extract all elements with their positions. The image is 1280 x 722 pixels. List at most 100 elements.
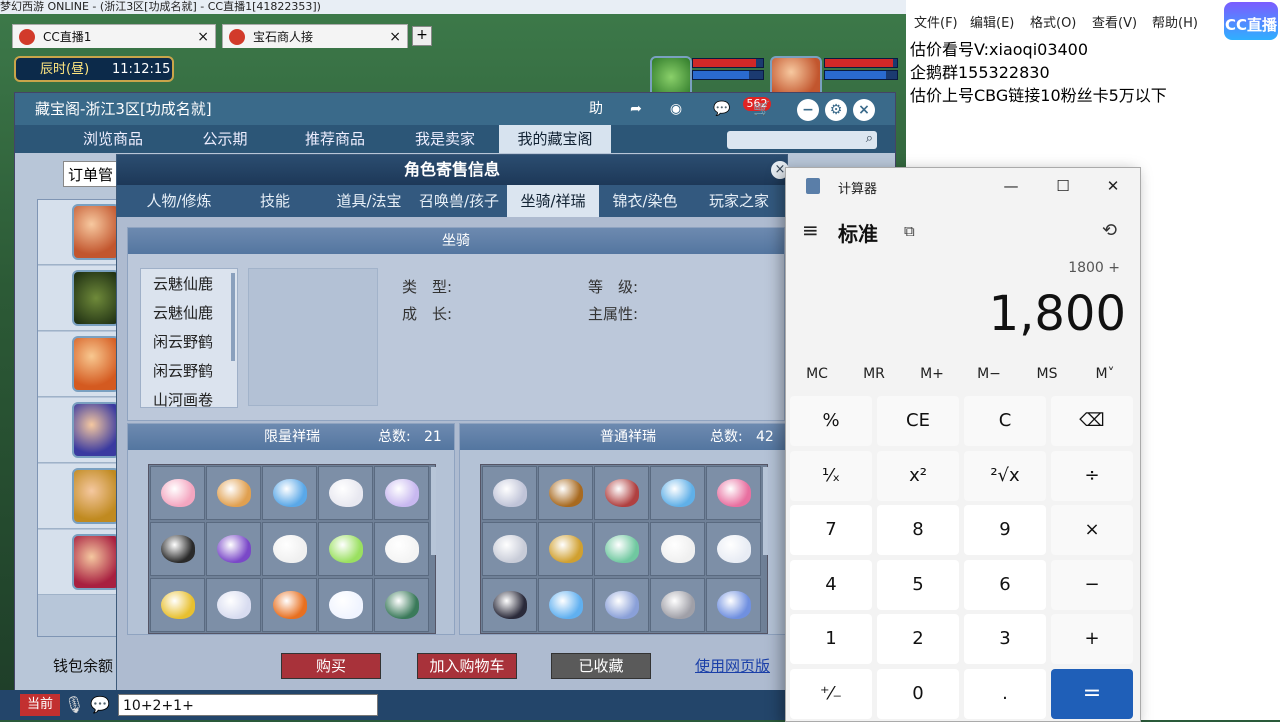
share-icon[interactable]: ➦ (625, 99, 647, 119)
clear-button[interactable]: C (964, 396, 1046, 446)
list-item[interactable] (38, 200, 128, 265)
clear-entry-button[interactable]: CE (877, 396, 959, 446)
favorited-button[interactable]: 已收藏 (551, 653, 651, 679)
auspicious-item-slot[interactable] (318, 466, 373, 520)
menu-format[interactable]: 格式(O) (1030, 12, 1076, 31)
memory-clear-button[interactable]: MC (788, 366, 846, 382)
reciprocal-button[interactable]: ¹⁄ₓ (790, 450, 872, 501)
square-root-button[interactable]: ²√x (964, 450, 1046, 501)
list-item[interactable]: 闲云野鹤 (153, 360, 213, 381)
cart-icon[interactable]: 🛒 (751, 99, 773, 119)
auspicious-item-slot[interactable] (706, 522, 761, 576)
menu-edit[interactable]: 编辑(E) (970, 12, 1014, 31)
history-icon[interactable]: ⟲ (1102, 220, 1117, 241)
auspicious-item-slot[interactable] (482, 522, 537, 576)
add-to-cart-button[interactable]: 加入购物车 (417, 653, 517, 679)
memory-list-button[interactable]: M˅ (1076, 366, 1134, 382)
close-button[interactable]: ✕ (1098, 174, 1128, 198)
keep-on-top-icon[interactable]: ⧉ (904, 222, 915, 240)
nav-browse[interactable]: 浏览商品 (67, 125, 159, 153)
digit-8-button[interactable]: 8 (877, 505, 959, 555)
close-tab-icon[interactable]: × (389, 25, 401, 49)
auspicious-item-slot[interactable] (374, 522, 429, 576)
digit-5-button[interactable]: 5 (877, 559, 959, 610)
menu-view[interactable]: 查看(V) (1092, 12, 1137, 31)
auspicious-item-slot[interactable] (650, 466, 705, 520)
tab-player-home[interactable]: 玩家之家 (693, 185, 785, 217)
list-item[interactable]: 云魅仙鹿 (153, 302, 213, 323)
negate-button[interactable]: ⁺⁄₋ (790, 668, 872, 719)
percent-button[interactable]: % (790, 396, 872, 446)
record-icon[interactable]: ◉ (665, 99, 687, 119)
auspicious-item-slot[interactable] (206, 522, 261, 576)
digit-3-button[interactable]: 3 (964, 614, 1046, 664)
buy-button[interactable]: 购买 (281, 653, 381, 679)
memory-add-button[interactable]: M+ (903, 366, 961, 382)
multiply-button[interactable]: × (1051, 505, 1133, 555)
close-tab-icon[interactable]: × (197, 25, 209, 49)
nav-seller[interactable]: 我是卖家 (399, 125, 491, 153)
auspicious-item-slot[interactable] (706, 578, 761, 632)
web-version-link[interactable]: 使用网页版 (695, 655, 770, 676)
digit-0-button[interactable]: 0 (877, 668, 959, 719)
help-button[interactable]: 助 (585, 99, 607, 119)
settings-button[interactable]: ⚙ (825, 99, 847, 121)
auspicious-item-slot[interactable] (538, 522, 593, 576)
menu-file[interactable]: 文件(F) (914, 12, 958, 31)
search-input[interactable]: ⌕ (727, 131, 877, 149)
auspicious-item-slot[interactable] (538, 466, 593, 520)
search-icon[interactable]: ⌕ (866, 131, 873, 146)
message-icon[interactable]: 💬 (711, 99, 733, 119)
digit-9-button[interactable]: 9 (964, 505, 1046, 555)
auspicious-item-slot[interactable] (482, 578, 537, 632)
tab-character[interactable]: 人物/修炼 (133, 185, 225, 217)
auspicious-item-slot[interactable] (374, 466, 429, 520)
list-item[interactable]: 云魅仙鹿 (153, 273, 213, 294)
auspicious-item-slot[interactable] (262, 466, 317, 520)
list-item[interactable] (38, 332, 128, 397)
auspicious-item-slot[interactable] (150, 578, 205, 632)
list-item[interactable] (38, 266, 128, 331)
new-tab-button[interactable]: + (412, 26, 432, 46)
digit-1-button[interactable]: 1 (790, 614, 872, 664)
auspicious-item-slot[interactable] (538, 578, 593, 632)
memory-subtract-button[interactable]: M− (960, 366, 1018, 382)
subtract-button[interactable]: − (1051, 559, 1133, 610)
minimize-button[interactable]: − (797, 99, 819, 121)
auspicious-item-slot[interactable] (706, 466, 761, 520)
menu-help[interactable]: 帮助(H) (1152, 12, 1198, 31)
digit-2-button[interactable]: 2 (877, 614, 959, 664)
auspicious-item-slot[interactable] (262, 578, 317, 632)
minimize-button[interactable]: — (996, 174, 1026, 198)
auspicious-item-slot[interactable] (374, 578, 429, 632)
chat-input[interactable]: 10+2+1+ (118, 694, 378, 716)
auspicious-item-slot[interactable] (594, 466, 649, 520)
auspicious-item-slot[interactable] (594, 578, 649, 632)
mount-list-scrollbar[interactable] (231, 273, 235, 361)
browser-tab-cc-live[interactable]: CC直播1 × (12, 24, 216, 48)
list-item[interactable]: 闲云野鹤 (153, 331, 213, 352)
auspicious-item-slot[interactable] (318, 522, 373, 576)
memory-store-button[interactable]: MS (1018, 366, 1076, 382)
add-button[interactable]: + (1051, 614, 1133, 664)
equals-button[interactable]: = (1051, 668, 1133, 719)
nav-my-cbg[interactable]: 我的藏宝阁 (499, 125, 611, 153)
grid-scrollbar[interactable] (431, 467, 436, 555)
divide-button[interactable]: ÷ (1051, 450, 1133, 501)
tab-items[interactable]: 道具/法宝 (321, 185, 417, 217)
list-item[interactable] (38, 464, 128, 529)
auspicious-item-slot[interactable] (150, 522, 205, 576)
auspicious-item-slot[interactable] (650, 522, 705, 576)
memory-recall-button[interactable]: MR (845, 366, 903, 382)
maximize-button[interactable]: ☐ (1048, 174, 1078, 198)
browser-tab-gem-merchant[interactable]: 宝石商人接 × (222, 24, 408, 48)
close-button[interactable]: × (853, 99, 875, 121)
auspicious-item-slot[interactable] (262, 522, 317, 576)
auspicious-item-slot[interactable] (482, 466, 537, 520)
chat-bubble-icon[interactable]: 💬 (90, 694, 112, 716)
hamburger-menu-icon[interactable]: ≡ (802, 218, 819, 242)
decimal-button[interactable]: . (964, 668, 1046, 719)
list-item[interactable] (38, 530, 128, 595)
nav-recommended[interactable]: 推荐商品 (289, 125, 381, 153)
list-item[interactable]: 山河画卷 (153, 389, 213, 407)
